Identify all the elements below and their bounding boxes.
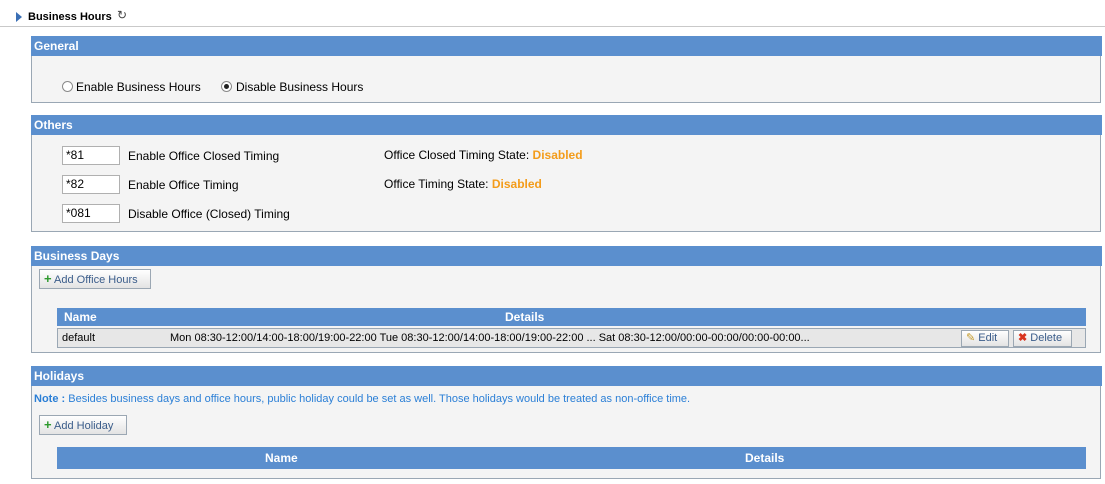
holidays-header: Holidays: [31, 366, 1102, 386]
office-timing-state: Office Timing State: Disabled: [384, 177, 542, 191]
state-value: Disabled: [532, 148, 583, 162]
state-label: Office Closed Timing State:: [384, 148, 530, 162]
edit-button[interactable]: ✎ Edit: [961, 330, 1009, 347]
row-details: Mon 08:30-12:00/14:00-18:00/19:00-22:00 …: [170, 332, 810, 344]
state-label: Office Timing State:: [384, 177, 489, 191]
table-row: default Mon 08:30-12:00/14:00-18:00/19:0…: [57, 328, 1086, 348]
feature-code-input-2[interactable]: *82: [62, 175, 120, 194]
edit-icon: ✎: [966, 332, 976, 344]
row-name: default: [62, 332, 96, 344]
column-name: Name: [265, 451, 298, 465]
page-title-bar: Business Hours ↻: [0, 0, 1105, 27]
expand-arrow-icon[interactable]: [16, 12, 22, 22]
enable-business-hours-radio[interactable]: [62, 81, 73, 92]
disable-business-hours-radio[interactable]: [221, 81, 232, 92]
plus-icon: +: [44, 417, 52, 432]
column-details: Details: [505, 310, 545, 324]
state-value: Disabled: [491, 177, 542, 191]
column-name: Name: [64, 310, 97, 324]
add-holiday-button[interactable]: + Add Holiday: [39, 415, 127, 435]
disable-office-closed-timing-label: Disable Office (Closed) Timing: [128, 207, 290, 221]
enable-business-hours-label[interactable]: Enable Business Hours: [76, 80, 201, 94]
add-office-hours-button[interactable]: + Add Office Hours: [39, 269, 151, 289]
holidays-table-header: Name Details: [57, 447, 1086, 469]
feature-code-input-3[interactable]: *081: [62, 204, 120, 223]
column-details: Details: [745, 451, 785, 465]
delete-button[interactable]: ✖ Delete: [1013, 330, 1072, 347]
disable-business-hours-label[interactable]: Disable Business Hours: [236, 80, 363, 94]
general-header: General: [31, 36, 1102, 56]
enable-office-timing-label: Enable Office Timing: [128, 178, 239, 192]
others-header: Others: [31, 115, 1102, 135]
enable-office-closed-timing-label: Enable Office Closed Timing: [128, 149, 280, 163]
delete-icon: ✖: [1018, 332, 1028, 344]
plus-icon: +: [44, 271, 52, 286]
business-days-header: Business Days: [31, 246, 1102, 266]
business-days-table-header: Name Details: [57, 308, 1086, 326]
feature-code-input-1[interactable]: *81: [62, 146, 120, 165]
page-title: Business Hours: [28, 11, 112, 23]
holidays-note: Note : Besides business days and office …: [34, 393, 691, 405]
office-closed-timing-state: Office Closed Timing State: Disabled: [384, 148, 583, 162]
refresh-icon[interactable]: ↻: [117, 8, 127, 22]
